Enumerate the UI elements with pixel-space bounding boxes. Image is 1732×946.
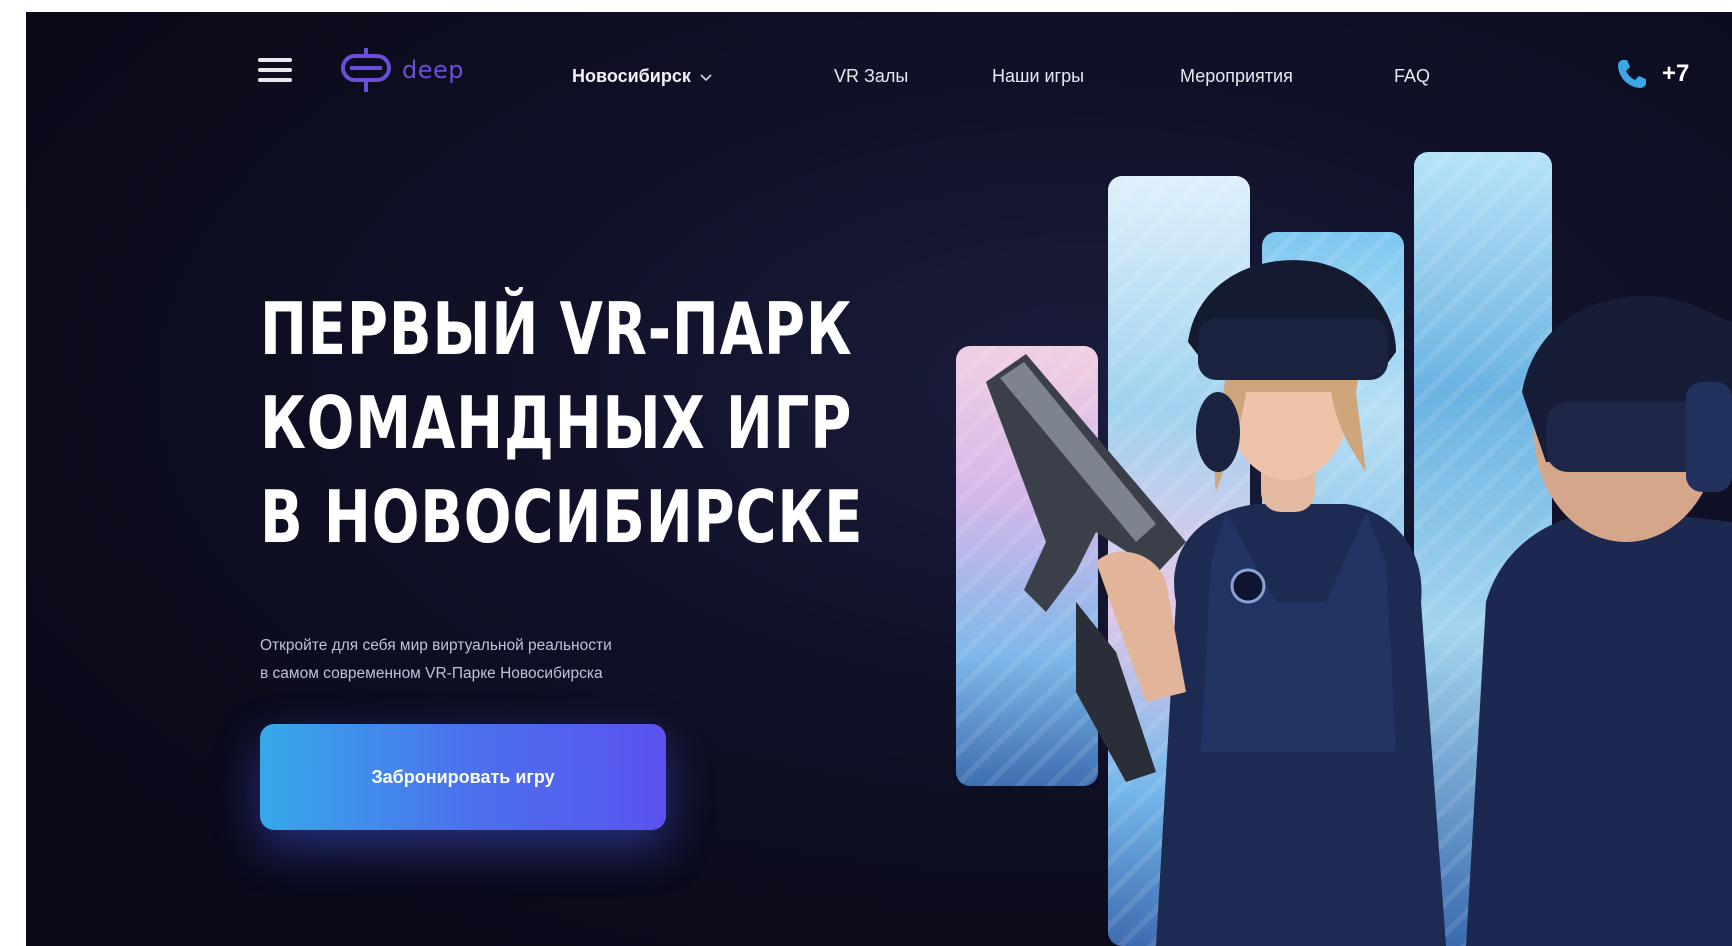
- top-navigation: deep Новосибирск VR Залы Наши игры Мероп…: [26, 12, 1732, 122]
- nav-events[interactable]: Мероприятия: [1180, 66, 1293, 87]
- nav-our-games[interactable]: Наши игры: [992, 66, 1084, 87]
- phone-icon: [1618, 60, 1646, 88]
- hero-title-line: КОМАНДНЫХ ИГР: [260, 381, 853, 465]
- nav-faq[interactable]: FAQ: [1394, 66, 1430, 87]
- logo-text: deep: [402, 56, 464, 84]
- hero-title-line: ПЕРВЫЙ VR-ПАРК: [260, 287, 853, 371]
- vr-players-image: [986, 260, 1732, 946]
- hamburger-icon[interactable]: [258, 58, 292, 82]
- site-logo[interactable]: deep: [340, 46, 464, 94]
- phone-number: +7: [1662, 60, 1690, 87]
- city-selector[interactable]: Новосибирск: [572, 66, 713, 87]
- city-label: Новосибирск: [572, 66, 691, 86]
- hero-title: ПЕРВЫЙ VR-ПАРК КОМАНДНЫХ ИГР В НОВОСИБИР…: [260, 282, 864, 564]
- deep-logo-icon: [341, 48, 391, 92]
- hero-title-line: В НОВОСИБИРСКЕ: [260, 475, 864, 559]
- page-frame: deep Новосибирск VR Залы Наши игры Мероп…: [26, 12, 1732, 946]
- nav-vr-halls[interactable]: VR Залы: [834, 66, 908, 87]
- phone-link[interactable]: +7: [1614, 56, 1689, 92]
- hero-subtitle-line: Откройте для себя мир виртуальной реальн…: [260, 637, 612, 654]
- book-game-button[interactable]: Забронировать игру: [260, 724, 666, 830]
- hero-visual: [926, 132, 1732, 946]
- hero-subtitle-line: в самом современном VR-Парке Новосибирск…: [260, 665, 603, 682]
- chevron-down-icon: [700, 73, 712, 81]
- hero-subtitle: Откройте для себя мир виртуальной реальн…: [260, 632, 880, 688]
